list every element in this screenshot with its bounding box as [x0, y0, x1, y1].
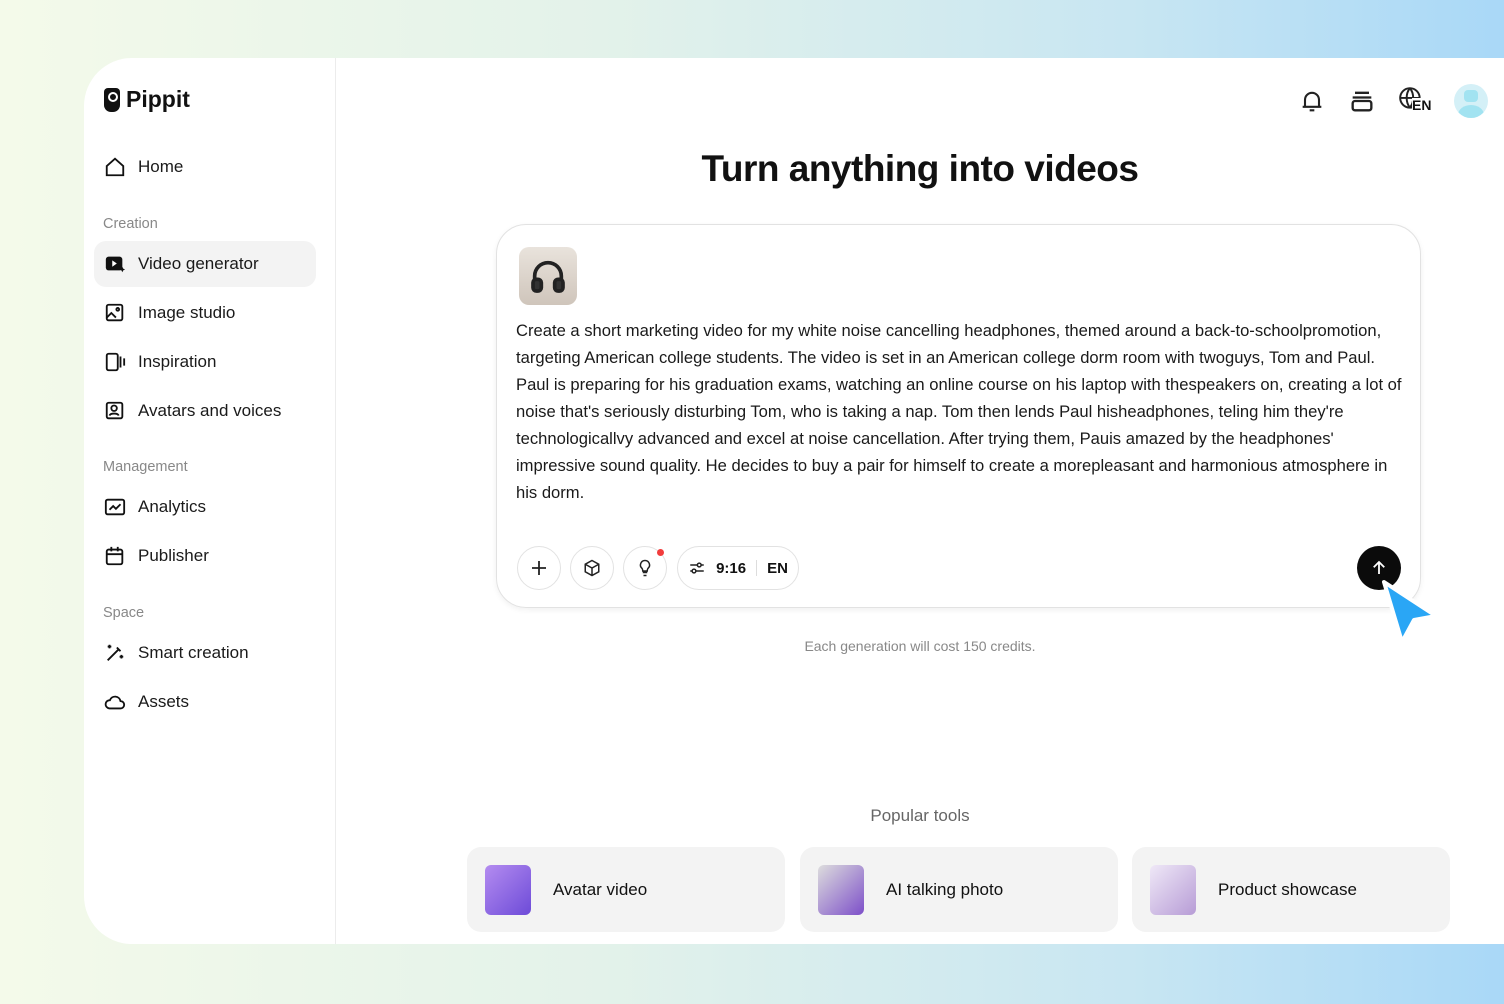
bell-icon[interactable]	[1298, 87, 1326, 115]
home-icon	[104, 156, 126, 178]
tool-label: Avatar video	[553, 880, 647, 900]
nav-label: Video generator	[138, 254, 259, 274]
sidebar-item-assets[interactable]: Assets	[94, 679, 316, 725]
settings-button[interactable]: 9:16 EN	[677, 546, 799, 590]
nav-label: Analytics	[138, 497, 206, 517]
avatar-icon	[104, 400, 126, 422]
magic-wand-icon	[104, 642, 126, 664]
sidebar-item-analytics[interactable]: Analytics	[94, 484, 316, 530]
cost-note: Each generation will cost 150 credits.	[336, 638, 1504, 654]
tool-avatar-video[interactable]: Avatar video	[467, 847, 785, 932]
add-button[interactable]	[517, 546, 561, 590]
cloud-icon	[104, 691, 126, 713]
talking-photo-thumbnail	[818, 865, 864, 915]
product-button[interactable]	[570, 546, 614, 590]
brand-name: Pippit	[126, 86, 190, 113]
popular-tools-title: Popular tools	[336, 806, 1504, 826]
inspiration-icon	[104, 351, 126, 373]
aspect-ratio: 9:16	[716, 560, 746, 577]
nav-label: Avatars and voices	[138, 401, 281, 421]
mouse-cursor-icon	[1378, 578, 1442, 650]
tool-ai-talking-photo[interactable]: AI talking photo	[800, 847, 1118, 932]
arrow-up-icon	[1370, 559, 1388, 577]
cube-icon	[583, 559, 601, 577]
sidebar-item-image-studio[interactable]: Image studio	[94, 290, 316, 336]
nav-label: Publisher	[138, 546, 209, 566]
tool-product-showcase[interactable]: Product showcase	[1132, 847, 1450, 932]
logo-icon	[104, 88, 120, 112]
notification-dot	[657, 549, 664, 556]
sidebar-item-smart-creation[interactable]: Smart creation	[94, 630, 316, 676]
nav-label: Inspiration	[138, 352, 216, 372]
sidebar-item-publisher[interactable]: Publisher	[94, 533, 316, 579]
nav-label: Smart creation	[138, 643, 249, 663]
page-title: Turn anything into videos	[336, 148, 1504, 190]
headphones-attachment[interactable]	[519, 247, 577, 305]
product-showcase-thumbnail	[1150, 865, 1196, 915]
analytics-icon	[104, 496, 126, 518]
sidebar-item-inspiration[interactable]: Inspiration	[94, 339, 316, 385]
video-icon	[104, 253, 126, 275]
idea-button[interactable]	[623, 546, 667, 590]
header-actions: EN	[1298, 84, 1488, 118]
section-management: Management	[103, 459, 188, 475]
tool-label: Product showcase	[1218, 880, 1357, 900]
lightbulb-icon	[636, 559, 654, 577]
nav-label: Image studio	[138, 303, 235, 323]
avatar-video-thumbnail	[485, 865, 531, 915]
sliders-icon	[688, 559, 706, 577]
headphones-icon	[528, 256, 568, 296]
section-creation: Creation	[103, 216, 158, 232]
divider	[756, 560, 757, 576]
language-button[interactable]: EN	[1398, 86, 1432, 116]
sidebar-item-avatars[interactable]: Avatars and voices	[94, 388, 316, 434]
calendar-icon	[104, 545, 126, 567]
image-icon	[104, 302, 126, 324]
subscription-icon[interactable]	[1348, 87, 1376, 115]
logo[interactable]: Pippit	[104, 86, 190, 113]
prompt-box: Create a short marketing video for my wh…	[496, 224, 1421, 608]
section-space: Space	[103, 605, 144, 621]
output-language: EN	[767, 560, 788, 577]
sidebar: Pippit Home Creation Video generator Ima…	[84, 58, 336, 944]
user-avatar[interactable]	[1454, 84, 1488, 118]
plus-icon	[530, 559, 548, 577]
language-label: EN	[1412, 98, 1431, 113]
nav-label: Home	[138, 157, 183, 177]
prompt-input[interactable]: Create a short marketing video for my wh…	[516, 317, 1406, 506]
sidebar-item-home[interactable]: Home	[94, 144, 316, 190]
sidebar-item-video-generator[interactable]: Video generator	[94, 241, 316, 287]
nav-label: Assets	[138, 692, 189, 712]
tool-label: AI talking photo	[886, 880, 1003, 900]
app-window: Pippit Home Creation Video generator Ima…	[84, 58, 1504, 944]
